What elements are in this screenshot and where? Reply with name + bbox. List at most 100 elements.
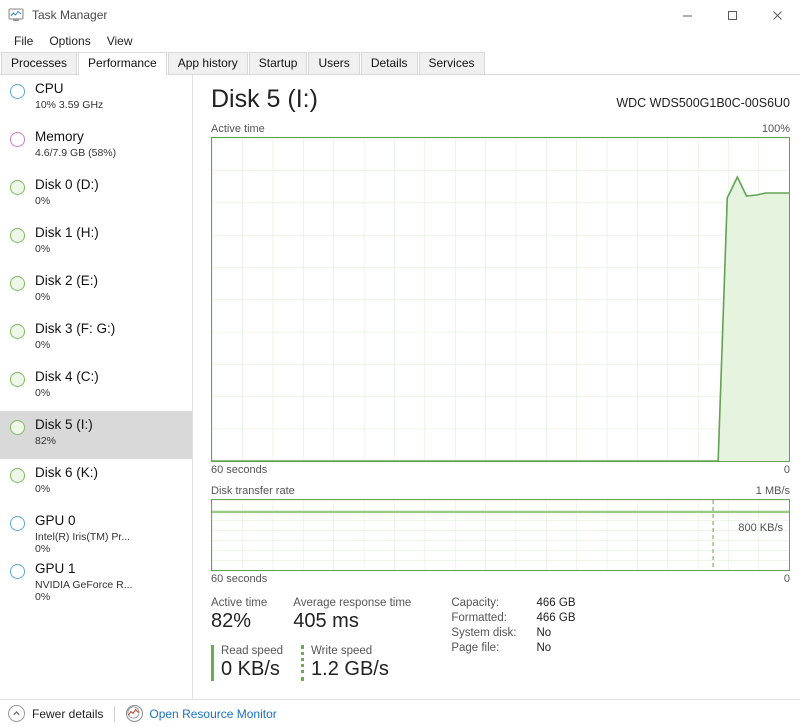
sidebar-item-sub2: 0% [35,590,51,603]
sidebar-item-sub2: 0% [35,542,51,555]
fewer-details-button[interactable]: Fewer details [32,707,103,721]
performance-detail-panel: Disk 5 (I:) WDC WDS500G1B0C-00S6U0 Activ… [193,75,800,700]
sidebar-item-label: Disk 6 (K:) [35,465,99,480]
stat-label: Active time [211,597,268,609]
page-title: Disk 5 (I:) [211,85,318,113]
minimize-button[interactable] [665,0,710,30]
stat-label: Write speed [311,645,373,657]
sidebar-item-sub: 82% [35,434,57,447]
sidebar-item-sub: Intel(R) Iris(TM) Pr... [35,530,131,543]
performance-sidebar[interactable]: CPU 10% 3.59 GHz Memory 4.6/7.9 GB (58%)… [0,75,193,700]
disk-icon [10,180,25,195]
disk-icon [10,468,25,483]
active-time-graph-footer: 60 seconds 0 [211,464,790,476]
stat-active-time: Active time 82% [211,597,267,633]
disk-icon [10,324,25,339]
tab-app-history[interactable]: App history [167,52,248,74]
disk-icon [10,228,25,243]
open-resource-monitor-link[interactable]: Open Resource Monitor [149,707,276,721]
sidebar-item-disk-2[interactable]: Disk 2 (E:) 0% [0,267,192,315]
sidebar-item-sub: 0% [35,290,51,303]
detail-key: Formatted: [451,612,507,624]
tab-details[interactable]: Details [360,52,418,74]
detail-key: System disk: [451,627,517,639]
stat-label: Read speed [221,645,284,657]
task-manager-window: Task Manager File Options View Processes… [0,0,800,727]
menu-options[interactable]: Options [41,32,98,50]
menu-bar: File Options View [0,30,800,52]
sidebar-item-cpu[interactable]: CPU 10% 3.59 GHz [0,75,192,123]
disk-icon [10,420,25,435]
status-divider [114,705,116,722]
maximize-button[interactable] [710,0,755,30]
sidebar-item-sub: 0% [35,482,51,495]
sidebar-item-disk-4[interactable]: Disk 4 (C:) 0% [0,363,192,411]
tab-processes[interactable]: Processes [1,52,78,74]
transfer-rate-marker: 800 KB/s [738,522,783,534]
menu-file[interactable]: File [6,32,41,50]
transfer-rate-timespan: 60 seconds [211,573,268,585]
detail-value: No [536,642,552,654]
transfer-rate-max: 1 MB/s [755,485,790,497]
active-time-plot [212,138,789,461]
sidebar-item-label: Disk 0 (D:) [35,177,99,192]
sidebar-item-memory[interactable]: Memory 4.6/7.9 GB (58%) [0,123,192,171]
sidebar-item-disk-1[interactable]: Disk 1 (H:) 0% [0,219,192,267]
stats-primary: Active time 82% Average response time 40… [211,597,437,681]
active-time-max: 100% [761,123,790,135]
tab-startup[interactable]: Startup [248,52,308,74]
tab-bar: Processes Performance App history Startu… [0,52,800,75]
sidebar-item-label: Disk 3 (F: G:) [35,321,116,336]
detail-value: No [536,627,552,639]
sidebar-item-sub: 0% [35,386,51,399]
active-time-zero: 0 [783,464,790,476]
task-manager-icon [8,7,24,23]
sidebar-item-label: GPU 1 [35,561,76,576]
tab-performance[interactable]: Performance [78,52,167,75]
sidebar-item-label: Disk 2 (E:) [35,273,99,288]
gpu-icon [10,516,25,531]
device-header: Disk 5 (I:) WDC WDS500G1B0C-00S6U0 [211,75,790,114]
stat-value: 82% [211,610,252,632]
sidebar-item-disk-5[interactable]: Disk 5 (I:) 82% [0,411,192,459]
disk-icon [10,372,25,387]
close-button[interactable] [755,0,800,30]
stats-details: Capacity: 466 GB Formatted: 466 GB Syste… [451,597,575,654]
sidebar-item-gpu-1[interactable]: GPU 1 NVIDIA GeForce R... 0% [0,555,192,603]
transfer-rate-plot [212,500,789,570]
title-bar: Task Manager [0,0,800,30]
sidebar-item-disk-0[interactable]: Disk 0 (D:) 0% [0,171,192,219]
detail-key: Capacity: [451,597,500,609]
transfer-rate-graph-labels: Disk transfer rate 1 MB/s [211,485,790,497]
sidebar-item-label: Disk 4 (C:) [35,369,99,384]
stat-label: Average response time [293,597,412,609]
detail-key: Page file: [451,642,500,654]
tab-services[interactable]: Services [418,52,485,74]
sidebar-item-label: CPU [35,81,64,96]
chevron-up-icon[interactable] [8,705,25,722]
tab-users[interactable]: Users [308,52,360,74]
active-time-timespan: 60 seconds [211,464,268,476]
sidebar-item-sub: 0% [35,242,51,255]
sidebar-item-sub: 4.6/7.9 GB (58%) [35,146,117,159]
speed-row: Read speed 0 KB/s Write speed 1.2 GB/s [211,645,437,681]
window-controls [665,0,800,30]
detail-value: 466 GB [536,597,576,609]
menu-view[interactable]: View [99,32,141,50]
transfer-rate-label: Disk transfer rate [211,485,295,497]
sidebar-item-sub: NVIDIA GeForce R... [35,578,133,591]
cpu-icon [10,84,25,99]
content-area: CPU 10% 3.59 GHz Memory 4.6/7.9 GB (58%)… [0,75,800,700]
memory-icon [10,132,25,147]
sidebar-item-label: Memory [35,129,84,144]
stat-write-speed: Write speed 1.2 GB/s [301,645,389,681]
transfer-rate-graph-footer: 60 seconds 0 [211,573,790,585]
disk-icon [10,276,25,291]
sidebar-item-disk-6[interactable]: Disk 6 (K:) 0% [0,459,192,507]
resource-monitor-icon[interactable] [126,705,144,722]
transfer-rate-zero: 0 [783,573,790,585]
sidebar-item-gpu-0[interactable]: GPU 0 Intel(R) Iris(TM) Pr... 0% [0,507,192,555]
sidebar-item-disk-3[interactable]: Disk 3 (F: G:) 0% [0,315,192,363]
status-bar: Fewer details Open Resource Monitor [0,699,800,727]
sidebar-item-label: Disk 5 (I:) [35,417,93,432]
